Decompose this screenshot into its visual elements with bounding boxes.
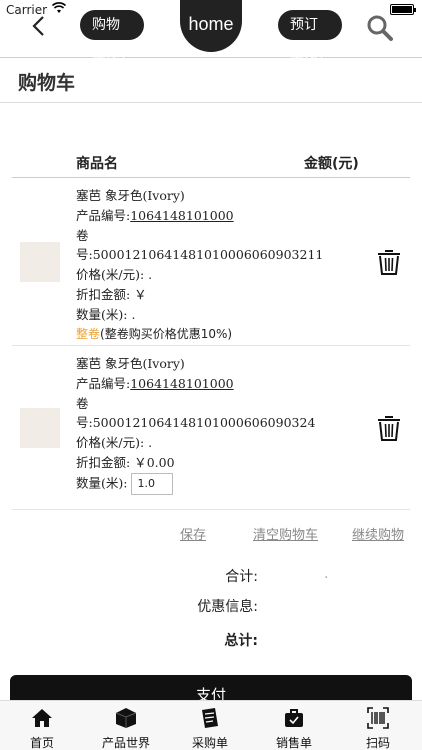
- price-label: 价格(米/元):: [76, 435, 145, 451]
- promo-tag: 整卷: [76, 326, 101, 341]
- quantity-value: .: [131, 306, 136, 322]
- purchase-icon: [202, 708, 218, 728]
- continue-shopping-link[interactable]: 继续购物: [352, 524, 404, 543]
- column-amount: 金额(元): [304, 156, 359, 172]
- home-icon: [32, 709, 52, 727]
- product-name: 塞芭 象牙色(Ivory): [76, 356, 185, 371]
- tab-scan[interactable]: 扫码: [336, 701, 420, 750]
- trash-icon[interactable]: [376, 248, 402, 276]
- tab-label: 采购单: [191, 736, 228, 750]
- box-icon: [115, 708, 137, 728]
- back-icon[interactable]: [28, 14, 50, 38]
- roll-number: 号:50001210641481010006060903211: [76, 247, 324, 263]
- item-details: 塞芭 象牙色(Ivory) 产品编号:1064148101000 卷 号:500…: [76, 354, 316, 495]
- discount-value: 0.00: [146, 454, 175, 470]
- tab-sales[interactable]: 销售单: [252, 701, 336, 750]
- table-header: 商品名 金额(元): [12, 148, 410, 178]
- cart-item: 塞芭 象牙色(Ivory) 产品编号:1064148101000 卷 号:500…: [12, 346, 410, 510]
- tab-label: 扫码: [365, 736, 390, 750]
- item-details: 塞芭 象牙色(Ivory) 产品编号:1064148101000 卷 号:500…: [76, 186, 324, 344]
- product-code-link[interactable]: 1064148101000: [130, 208, 233, 223]
- tab-label: 产品世界: [101, 736, 150, 750]
- discount-info-label: 优惠信息:: [197, 599, 258, 615]
- discount-label: 折扣金额: ￥: [76, 286, 147, 302]
- page-title: 购物车: [18, 72, 76, 94]
- home-logo[interactable]: home: [180, 0, 242, 52]
- product-thumbnail[interactable]: [20, 242, 60, 282]
- tab-label: 销售单: [275, 736, 312, 750]
- subtotal-label: 合计:: [225, 569, 258, 585]
- nav-bar: 购物车(2) home 预订单(0): [0, 0, 422, 63]
- cart-item: 塞芭 象牙色(Ivory) 产品编号:1064148101000 卷 号:500…: [12, 178, 410, 346]
- sales-icon: [285, 709, 303, 727]
- price-value: .: [148, 267, 153, 283]
- promo-text: (整卷购买价格优惠10%): [100, 326, 233, 341]
- tab-products[interactable]: 产品世界: [84, 701, 168, 750]
- price-label: 价格(米/元):: [76, 267, 145, 283]
- search-icon[interactable]: [366, 14, 394, 42]
- product-name: 塞芭 象牙色(Ivory): [76, 188, 185, 203]
- roll-number: 号:5000121064148101000606090324: [76, 415, 316, 431]
- roll-label: 卷: [76, 395, 89, 411]
- save-link[interactable]: 保存: [180, 524, 206, 543]
- page-header: 购物车: [0, 58, 422, 103]
- tab-label: 首页: [29, 736, 54, 750]
- quantity-label: 数量(米):: [76, 475, 128, 491]
- code-label: 产品编号:: [76, 207, 131, 223]
- product-code-link[interactable]: 1064148101000: [130, 376, 233, 391]
- preorder-pill-button[interactable]: 预订单(0): [278, 10, 342, 63]
- cart-pill-button[interactable]: 购物车(2): [80, 10, 144, 63]
- clear-cart-link[interactable]: 清空购物车: [253, 524, 318, 543]
- tab-home[interactable]: 首页: [0, 701, 84, 750]
- trash-icon[interactable]: [376, 414, 402, 442]
- roll-label: 卷: [76, 227, 89, 243]
- quantity-input[interactable]: 1.0: [131, 472, 174, 495]
- total-label: 总计:: [224, 633, 258, 649]
- code-label: 产品编号:: [76, 375, 131, 391]
- product-thumbnail[interactable]: [20, 408, 60, 448]
- price-value: .: [148, 435, 153, 451]
- discount-label: 折扣金额: ￥: [76, 454, 147, 470]
- tab-bar: 首页 产品世界 采购单 销售单 扫码: [0, 700, 422, 750]
- tab-purchase[interactable]: 采购单: [168, 701, 252, 750]
- quantity-label: 数量(米):: [76, 306, 128, 322]
- barcode-icon: [367, 707, 389, 729]
- column-product: 商品名: [76, 156, 118, 172]
- subtotal-value: .: [324, 566, 329, 582]
